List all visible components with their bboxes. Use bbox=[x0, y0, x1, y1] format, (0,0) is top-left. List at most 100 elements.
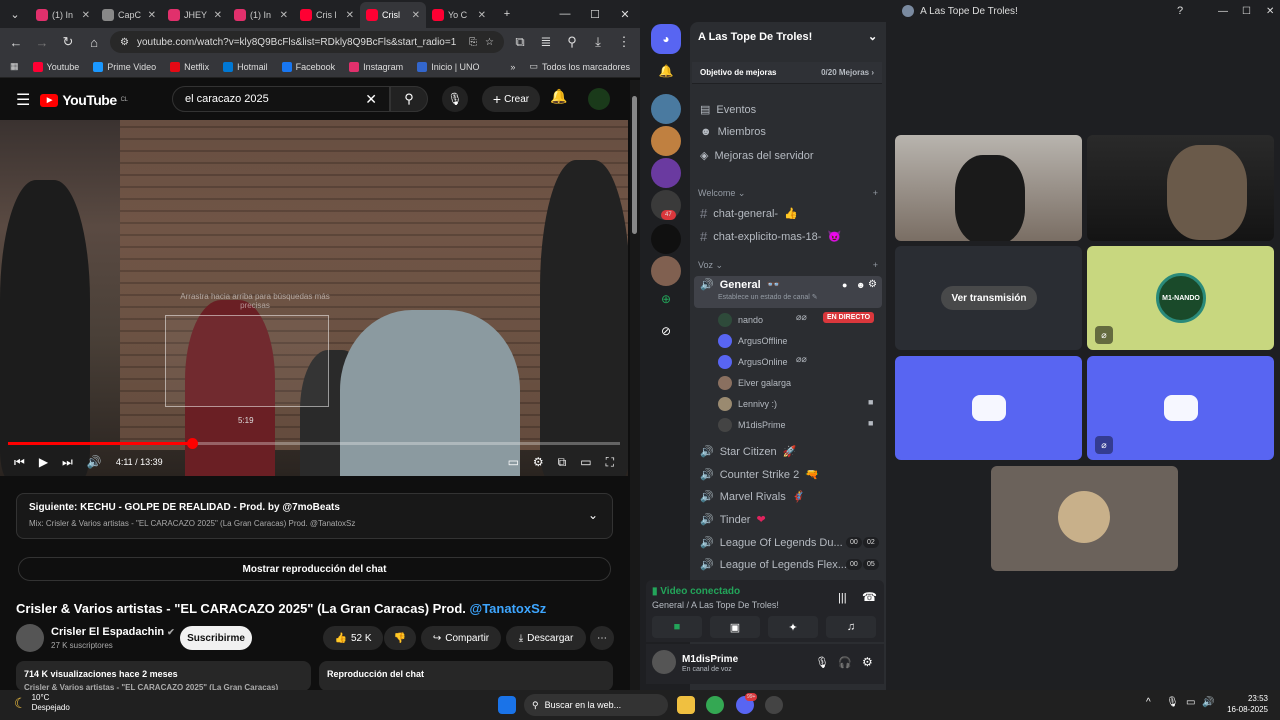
dislike-button[interactable]: 👎 bbox=[384, 626, 416, 650]
microphone-icon[interactable]: 🎙 bbox=[815, 656, 829, 669]
menu-icon[interactable]: ⋮ bbox=[614, 34, 634, 50]
network-icon[interactable]: ▭ bbox=[1186, 697, 1195, 708]
taskbar-search[interactable]: ⚲ Buscar en la web... bbox=[524, 694, 668, 716]
like-button[interactable]: 👍 52 K bbox=[323, 626, 383, 650]
voice-connected-status[interactable]: ▮ Video conectado bbox=[652, 586, 740, 597]
settings-gear-icon[interactable]: ⚙ bbox=[533, 455, 544, 469]
install-app-icon[interactable]: ⎘ bbox=[469, 37, 477, 48]
current-user-name[interactable]: M1disPrime bbox=[682, 654, 738, 665]
close-icon[interactable]: ✕ bbox=[412, 10, 420, 21]
browser-tab[interactable]: (1) In ✕ bbox=[228, 2, 294, 28]
channel-avatar[interactable] bbox=[16, 624, 44, 652]
browser-tab-active[interactable]: Crisl ✕ bbox=[360, 2, 426, 28]
voice-user[interactable]: ArgusOnline bbox=[718, 355, 788, 369]
create-button[interactable]: + Crear bbox=[482, 86, 540, 112]
settings-gear-icon[interactable]: ⚙ bbox=[868, 279, 877, 290]
subscribe-button[interactable]: Suscribirme bbox=[180, 626, 252, 650]
category-voz[interactable]: Voz ⌄ + bbox=[698, 260, 878, 271]
close-icon[interactable]: ✕ bbox=[214, 10, 222, 21]
chat-replay-box[interactable]: Reproducción del chat bbox=[319, 661, 613, 691]
video-tile[interactable] bbox=[895, 135, 1082, 241]
settings-gear-icon[interactable]: ⚙ bbox=[862, 655, 873, 669]
extensions-icon[interactable]: ⧉ bbox=[510, 34, 530, 50]
up-next-panel[interactable]: Siguiente: KECHU - GOLPE DE REALIDAD - P… bbox=[16, 493, 613, 539]
notifications-bell-icon[interactable]: 🔔 bbox=[550, 88, 567, 105]
bookmark-youtube[interactable]: Youtube bbox=[32, 61, 79, 72]
video-tile[interactable] bbox=[991, 466, 1178, 571]
category-welcome[interactable]: Welcome ⌄ + bbox=[698, 188, 878, 199]
tab-search-icon[interactable]: ⌄ bbox=[0, 0, 30, 28]
video-tile[interactable] bbox=[895, 356, 1082, 460]
chat-bubble-icon[interactable]: ● bbox=[842, 280, 847, 290]
browser-tab[interactable]: JHEY ✕ bbox=[162, 2, 228, 28]
bookmark-facebook[interactable]: Facebook bbox=[281, 61, 335, 72]
add-server-icon[interactable]: ⊕ bbox=[651, 284, 681, 314]
browser-tab[interactable]: (1) In ✕ bbox=[30, 2, 96, 28]
volume-icon[interactable]: 🔊 bbox=[87, 455, 102, 469]
progress-scrubber[interactable] bbox=[186, 438, 198, 449]
add-channel-icon[interactable]: + bbox=[873, 188, 878, 199]
file-explorer-icon[interactable] bbox=[677, 696, 695, 714]
voice-user[interactable]: Lennivy :) bbox=[718, 397, 777, 411]
soundboard-button[interactable]: ♫ bbox=[826, 616, 876, 638]
channel-chat-general[interactable]: # chat-general- 👍 bbox=[700, 206, 798, 221]
reload-icon[interactable]: ↻ bbox=[58, 34, 78, 50]
scrollbar-thumb[interactable] bbox=[632, 96, 637, 234]
maximize-button[interactable]: ☐ bbox=[580, 0, 610, 28]
bookmark-netflix[interactable]: Netflix bbox=[170, 61, 209, 72]
download-button[interactable]: ⤓ Descargar bbox=[506, 626, 586, 650]
boost-goal-bar[interactable]: Objetivo de mejoras 0/20 Mejoras › bbox=[692, 62, 882, 84]
minimize-button[interactable]: — bbox=[1218, 6, 1228, 17]
channel-chat-explicito[interactable]: # chat-explicito-mas-18- 😈 bbox=[700, 229, 841, 244]
youtube-logo[interactable]: ▶ YouTube CL bbox=[40, 92, 128, 108]
profile-icon[interactable]: ⚲ bbox=[562, 34, 582, 50]
voice-user[interactable]: M1disPrime bbox=[718, 418, 786, 432]
browser-tab[interactable]: CapC ✕ bbox=[96, 2, 162, 28]
close-icon[interactable]: ✕ bbox=[82, 10, 90, 21]
system-clock[interactable]: 23:53 16-08-2025 bbox=[1218, 693, 1268, 715]
downloads-icon[interactable]: ⤓ bbox=[588, 34, 608, 50]
search-input[interactable]: el caracazo 2025 ✕ bbox=[172, 86, 390, 112]
description-box[interactable]: 714 K visualizaciones hace 2 meses Crisle… bbox=[16, 661, 311, 692]
channel-name[interactable]: Crisler El Espadachin ✔ bbox=[51, 626, 175, 638]
video-tile[interactable]: M1-NANDO ⌀ bbox=[1087, 246, 1274, 350]
inbox-icon[interactable]: 🔔 bbox=[651, 56, 681, 86]
next-icon[interactable]: ⏭ bbox=[62, 455, 73, 470]
previous-icon[interactable]: ⏮ bbox=[14, 455, 25, 470]
activities-button[interactable]: ✦ bbox=[768, 616, 818, 638]
miniplayer-icon[interactable]: ⧉ bbox=[558, 455, 567, 470]
browser-tab[interactable]: Cris l ✕ bbox=[294, 2, 360, 28]
maximize-button[interactable]: ☐ bbox=[1242, 6, 1251, 17]
more-bookmarks-icon[interactable]: » bbox=[510, 62, 515, 72]
headphones-icon[interactable]: 🎧 bbox=[838, 656, 852, 669]
clear-search-icon[interactable]: ✕ bbox=[365, 91, 377, 108]
minimize-button[interactable]: — bbox=[550, 0, 580, 28]
server-icon[interactable] bbox=[651, 126, 681, 156]
subtitles-icon[interactable]: ▭ bbox=[508, 455, 519, 469]
voice-channel[interactable]: 🔊 League Of Legends Du... bbox=[700, 536, 843, 550]
site-info-icon[interactable]: ⚙ bbox=[120, 37, 129, 48]
bookmark-instagram[interactable]: Instagram bbox=[349, 61, 403, 72]
camera-button[interactable]: ■ bbox=[652, 616, 702, 638]
voice-channel[interactable]: 🔊 Tinder ❤ bbox=[700, 513, 766, 527]
close-icon[interactable]: ✕ bbox=[346, 10, 354, 21]
volume-icon[interactable]: 🔊 bbox=[1202, 697, 1214, 708]
chevron-up-icon[interactable]: ^ bbox=[1146, 697, 1151, 708]
forward-icon[interactable]: → bbox=[32, 35, 52, 50]
close-icon[interactable]: ✕ bbox=[280, 10, 288, 21]
new-tab-button[interactable]: + bbox=[492, 0, 522, 28]
nav-server-boosts[interactable]: ◈ Mejoras del servidor bbox=[700, 149, 814, 163]
voice-channel[interactable]: 🔊 Counter Strike 2 🔫 bbox=[700, 468, 819, 482]
guild-header[interactable]: A Las Tope De Troles! ⌄ bbox=[698, 31, 877, 43]
browser-tab[interactable]: Yo C ✕ bbox=[426, 2, 492, 28]
server-icon[interactable] bbox=[651, 224, 681, 254]
voice-channel[interactable]: 🔊 League of Legends Flex... bbox=[700, 558, 847, 572]
search-button[interactable]: ⚲ bbox=[390, 86, 428, 112]
voice-location[interactable]: General / A Las Tope De Troles! bbox=[652, 600, 779, 610]
fullscreen-icon[interactable]: ⛶ bbox=[606, 455, 614, 470]
theater-mode-icon[interactable]: ▭ bbox=[580, 455, 591, 469]
bookmark-star-icon[interactable]: ☆ bbox=[485, 37, 494, 48]
channel-status[interactable]: Establece un estado de canal ✎ bbox=[718, 293, 818, 301]
voice-user[interactable]: nando bbox=[718, 313, 763, 327]
bookmark-hotmail[interactable]: Hotmail bbox=[223, 61, 268, 72]
